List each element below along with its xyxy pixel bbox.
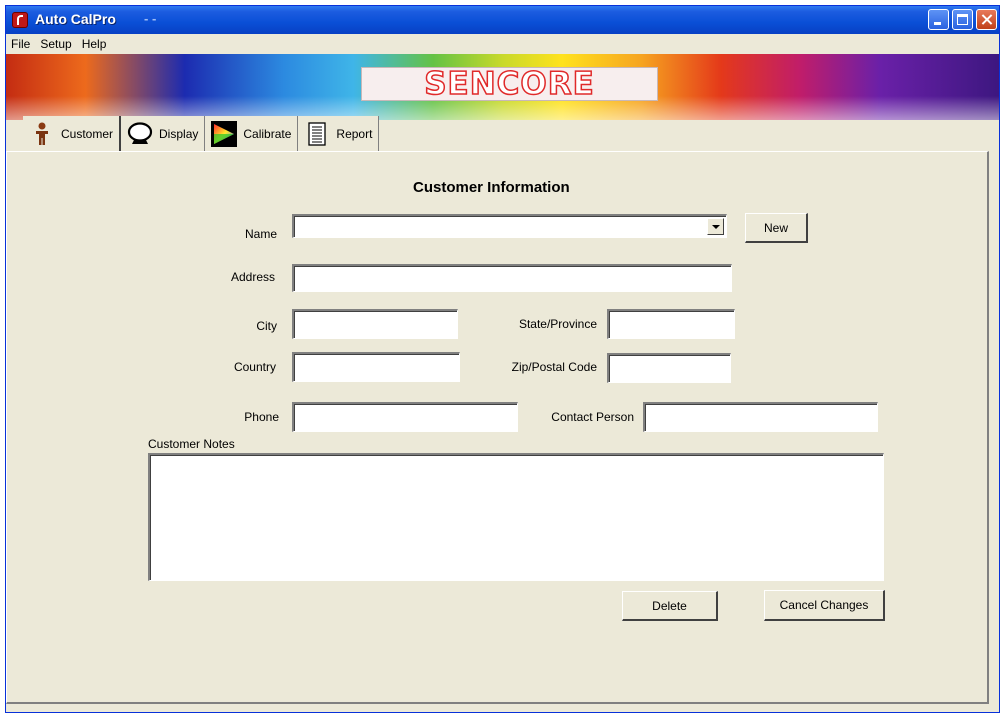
tab-strip: Customer Display Calibrate Report bbox=[23, 116, 380, 152]
monitor-icon bbox=[127, 121, 153, 147]
tab-display[interactable]: Display bbox=[121, 116, 206, 152]
person-icon bbox=[29, 121, 55, 147]
sencore-logo: SENCORE bbox=[361, 65, 658, 103]
country-label: Country bbox=[233, 360, 276, 374]
state-label: State/Province bbox=[518, 317, 597, 331]
address-label: Address bbox=[230, 270, 275, 284]
zip-label: Zip/Postal Code bbox=[511, 360, 597, 374]
menu-bar: File Setup Help bbox=[6, 34, 999, 54]
maximize-button[interactable] bbox=[952, 9, 973, 30]
contact-field[interactable] bbox=[643, 402, 878, 432]
tab-customer[interactable]: Customer bbox=[23, 116, 122, 152]
notes-label: Customer Notes bbox=[148, 437, 235, 451]
cancel-changes-button[interactable]: Cancel Changes bbox=[764, 590, 885, 621]
new-button[interactable]: New bbox=[745, 213, 808, 243]
title-bar[interactable]: Auto CalPro - - bbox=[6, 6, 999, 34]
menu-setup[interactable]: Setup bbox=[35, 37, 76, 51]
city-field[interactable] bbox=[292, 309, 458, 339]
name-dropdown-button[interactable] bbox=[707, 218, 724, 235]
document-icon bbox=[304, 121, 330, 147]
name-label: Name bbox=[244, 227, 277, 241]
brand-banner: SENCORE bbox=[6, 54, 999, 120]
color-triangle-icon bbox=[211, 121, 238, 147]
menu-help[interactable]: Help bbox=[77, 37, 112, 51]
tab-report-label: Report bbox=[336, 127, 373, 141]
tab-report[interactable]: Report bbox=[298, 116, 380, 152]
zip-field[interactable] bbox=[607, 353, 731, 383]
tab-customer-label: Customer bbox=[61, 127, 114, 141]
logo-text: SENCORE bbox=[423, 65, 595, 103]
name-combobox[interactable] bbox=[292, 214, 727, 238]
close-button[interactable] bbox=[976, 9, 997, 30]
app-icon[interactable] bbox=[12, 12, 28, 28]
chevron-down-icon bbox=[711, 224, 720, 229]
country-field[interactable] bbox=[292, 352, 460, 382]
customer-notes-textarea[interactable] bbox=[148, 453, 884, 581]
phone-label: Phone bbox=[244, 410, 279, 424]
state-field[interactable] bbox=[607, 309, 735, 339]
tab-calibrate-label: Calibrate bbox=[243, 127, 292, 141]
minimize-button[interactable] bbox=[928, 9, 949, 30]
address-field[interactable] bbox=[292, 264, 732, 292]
city-label: City bbox=[256, 319, 277, 333]
window-title: Auto CalPro bbox=[35, 11, 116, 27]
phone-field[interactable] bbox=[292, 402, 518, 432]
delete-button[interactable]: Delete bbox=[622, 591, 718, 621]
tab-display-label: Display bbox=[159, 127, 199, 141]
menu-file[interactable]: File bbox=[6, 37, 35, 51]
contact-label: Contact Person bbox=[551, 410, 634, 424]
page-title: Customer Information bbox=[413, 179, 570, 196]
window-title-suffix: - - bbox=[144, 11, 157, 26]
tab-calibrate[interactable]: Calibrate bbox=[205, 116, 299, 152]
